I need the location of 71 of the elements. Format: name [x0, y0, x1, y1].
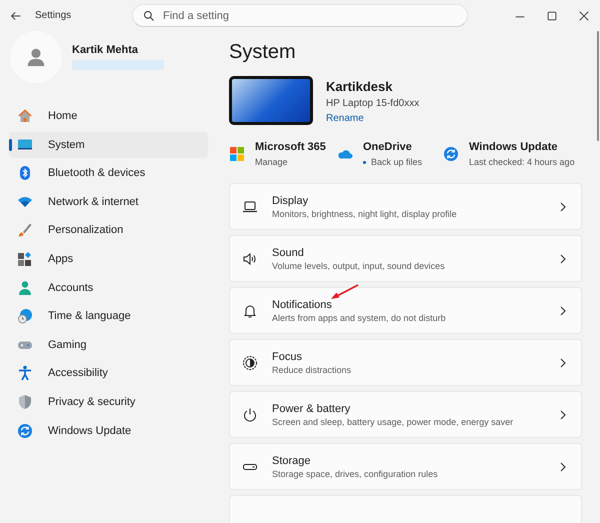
close-icon[interactable]: [578, 10, 590, 22]
card-title: Notifications: [272, 298, 333, 310]
chevron-right-icon: [559, 462, 567, 472]
sidebar-item[interactable]: Gaming: [9, 332, 208, 358]
chevron-right-icon: [559, 202, 567, 212]
windows-logo-icon: [229, 146, 245, 162]
quick-link-status: Last checked: 4 hours ago: [469, 157, 575, 167]
sidebar-item[interactable]: Home: [9, 103, 208, 129]
search-field[interactable]: Find a setting: [132, 4, 468, 27]
sidebar-item[interactable]: Accessibility: [9, 360, 208, 386]
chevron-right-icon: [559, 306, 567, 316]
maximize-icon[interactable]: [546, 10, 558, 22]
sync-icon: [17, 422, 33, 439]
settings-card[interactable]: Notifications Alerts from apps and system, do not disturb: [229, 287, 582, 334]
settings-card[interactable]: Focus Reduce distractions: [229, 339, 582, 386]
bluetooth-icon: [17, 165, 33, 182]
shield-icon: [17, 394, 33, 410]
quick-link-title[interactable]: Microsoft 365: [255, 141, 326, 153]
focus-clock-icon: [242, 354, 258, 370]
search-icon: [143, 10, 155, 22]
card-title: Focus: [272, 350, 303, 362]
rename-link[interactable]: Rename: [326, 113, 364, 124]
bell-icon: [242, 302, 258, 318]
chevron-right-icon: [559, 410, 567, 420]
account-name: Kartik Mehta: [72, 44, 140, 56]
sidebar-item[interactable]: Windows Update: [9, 418, 208, 444]
power-icon: [242, 406, 258, 422]
sidebar-item[interactable]: Bluetooth & devices: [9, 160, 208, 186]
globe-clock-icon: [17, 308, 33, 324]
laptop-icon: [242, 198, 258, 214]
card-description: Storage space, drives, configuration rules: [272, 468, 439, 478]
paintbrush-icon: [17, 222, 33, 238]
sidebar-item[interactable]: Apps: [9, 246, 208, 272]
sidebar-item[interactable]: Network & internet: [9, 188, 208, 215]
apps-grid-icon: [17, 250, 33, 267]
settings-card[interactable]: Storage Storage space, drives, configuration rules: [229, 443, 582, 490]
speaker-icon: [242, 250, 258, 266]
card-description: Volume levels, output, input, sound devices: [272, 260, 446, 270]
house-icon: [17, 108, 33, 124]
chevron-right-icon: [559, 358, 567, 368]
quick-link-status: Back up files: [371, 157, 422, 167]
card-description: Alerts from apps and system, do not disturb: [272, 312, 447, 322]
quick-link-title[interactable]: Windows Update: [469, 141, 575, 153]
card-title: Storage: [272, 454, 312, 466]
card-title: Sound: [272, 246, 305, 258]
card-description: Monitors, brightness, night light, display profile: [272, 208, 458, 218]
quick-link-status: Manage: [255, 157, 288, 167]
sidebar-item[interactable]: Accounts: [9, 274, 208, 301]
page-title: System: [229, 40, 297, 64]
device-model: HP Laptop 15-fd0xxx: [326, 98, 420, 109]
card-description: Screen and sleep, battery usage, power mode, energy saver: [272, 416, 514, 426]
sync-icon: [443, 146, 459, 162]
status-dot: [363, 160, 366, 164]
card-description: Reduce distractions: [272, 364, 352, 374]
card-title: Display: [272, 194, 310, 206]
sidebar-item[interactable]: Personalization: [9, 217, 208, 244]
settings-card[interactable]: Display Monitors, brightness, night light, display profile: [229, 183, 582, 230]
quick-link-title[interactable]: OneDrive: [363, 141, 422, 153]
device-name: Kartikdesk: [326, 79, 394, 94]
sidebar-item[interactable]: Privacy & security: [9, 388, 208, 415]
sidebar-item[interactable]: System: [9, 132, 208, 158]
settings-card[interactable]: Power & battery Screen and sleep, battery usage, power mode, energy saver: [229, 391, 582, 438]
person-icon: [17, 280, 33, 296]
sidebar-item[interactable]: Time & language: [9, 303, 208, 330]
scrollbar[interactable]: [597, 31, 599, 141]
card-title: Power & battery: [272, 402, 352, 414]
person-silhouette-icon: [25, 46, 47, 68]
chevron-right-icon: [559, 254, 567, 264]
settings-card[interactable]: Sound Volume levels, output, input, sound devices: [229, 235, 582, 282]
window-title: Settings: [35, 10, 72, 21]
accessibility-icon: [17, 365, 33, 382]
